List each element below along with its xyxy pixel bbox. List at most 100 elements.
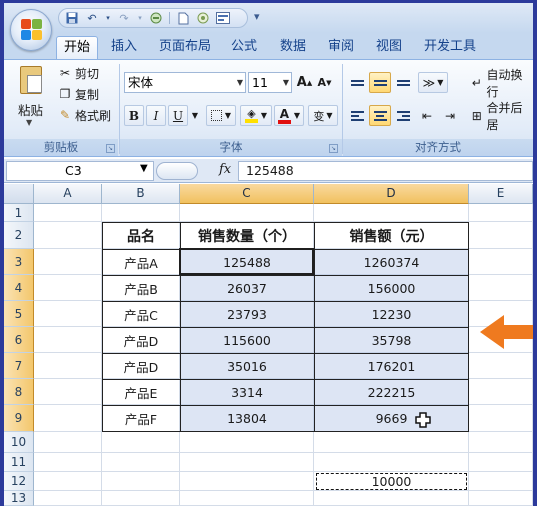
formula-bar-toggle[interactable] [156, 162, 198, 180]
undo-dropdown-icon[interactable]: ▾ [105, 11, 111, 25]
table-header-cell[interactable]: 品名 [102, 222, 180, 249]
save-icon[interactable] [65, 11, 79, 25]
table-header-cell[interactable]: 销售额（元） [314, 222, 469, 249]
column-header-a[interactable]: A [34, 184, 102, 204]
align-right-button[interactable] [392, 105, 414, 126]
sales-amount-cell[interactable]: 35798 [314, 327, 469, 353]
quantity-cell[interactable]: 23793 [180, 301, 314, 327]
underline-dropdown-icon[interactable]: ▼ [190, 105, 200, 126]
tab-data[interactable]: 数据 [274, 36, 312, 59]
table-border [102, 301, 469, 302]
align-center-button[interactable] [369, 105, 391, 126]
row-header-2[interactable]: 2 [4, 222, 34, 249]
phonetic-button[interactable]: 变 ▼ [308, 105, 338, 126]
paste-icon[interactable] [20, 66, 42, 94]
redo-icon[interactable]: ↷ [117, 11, 131, 25]
cut-button[interactable]: ✂ 剪切 [58, 64, 99, 82]
tab-developer[interactable]: 开发工具 [418, 36, 482, 59]
row-header-6[interactable]: 6 [4, 327, 34, 353]
increase-indent-button[interactable]: ⇥ [439, 105, 461, 126]
sales-amount-cell[interactable]: 176201 [314, 353, 469, 379]
align-left-button[interactable] [346, 105, 368, 126]
align-bottom-button[interactable] [392, 72, 414, 93]
align-middle-button[interactable] [369, 72, 391, 93]
borders-button[interactable]: ▼ [206, 105, 236, 126]
clipboard-launcher-icon[interactable]: ↘ [106, 144, 115, 153]
font-name-combo[interactable]: 宋体 ▼ [124, 72, 246, 93]
align-top-button[interactable] [346, 72, 368, 93]
product-name-cell[interactable]: 产品A [102, 249, 180, 275]
orientation-button[interactable]: ≫ ▼ [418, 72, 448, 93]
row-header-13[interactable]: 13 [4, 491, 34, 506]
decrease-indent-button[interactable]: ⇤ [416, 105, 438, 126]
tab-review[interactable]: 审阅 [322, 36, 360, 59]
grow-font-button[interactable]: A ▲ [296, 72, 313, 93]
tab-page-layout[interactable]: 页面布局 [154, 36, 216, 59]
formula-input[interactable]: 125488 [238, 161, 533, 181]
row-header-12[interactable]: 12 [4, 472, 34, 491]
tab-view[interactable]: 视图 [370, 36, 408, 59]
font-color-button[interactable]: A ▼ [274, 105, 304, 126]
column-header-e[interactable]: E [469, 184, 533, 204]
quantity-cell[interactable]: 35016 [180, 353, 314, 379]
underline-button[interactable]: U [168, 105, 188, 126]
copy-button[interactable]: ❐ 复制 [58, 85, 99, 103]
sales-amount-cell[interactable]: 1260374 [314, 249, 469, 275]
font-size-combo[interactable]: 11 ▼ [248, 72, 292, 93]
wrap-text-button[interactable]: ↵ 自动换行 [470, 68, 533, 99]
name-box[interactable]: C3 [6, 161, 154, 181]
column-header-b[interactable]: B [102, 184, 180, 204]
insert-function-icon[interactable]: fx [219, 162, 231, 177]
sales-amount-cell[interactable]: 156000 [314, 275, 469, 301]
product-name-cell[interactable]: 产品E [102, 379, 180, 405]
tab-formulas[interactable]: 公式 [226, 36, 262, 59]
paste-button[interactable]: 粘贴 [18, 100, 43, 119]
tab-home[interactable]: 开始 [56, 36, 98, 59]
italic-button[interactable]: I [146, 105, 166, 126]
quantity-cell[interactable]: 26037 [180, 275, 314, 301]
row-header-1[interactable]: 1 [4, 204, 34, 222]
name-box-dropdown-icon[interactable]: ▼ [140, 163, 148, 174]
row-header-5[interactable]: 5 [4, 301, 34, 327]
sort-icon[interactable] [216, 11, 230, 25]
copied-cell[interactable]: 10000 [314, 472, 469, 491]
quantity-cell[interactable]: 115600 [180, 327, 314, 353]
table-header-cell[interactable]: 销售数量（个） [180, 222, 314, 249]
bold-button[interactable]: B [124, 105, 144, 126]
row-header-10[interactable]: 10 [4, 432, 34, 453]
sales-amount-cell[interactable]: 222215 [314, 379, 469, 405]
new-doc-icon[interactable] [176, 11, 190, 25]
preview-icon[interactable] [196, 11, 210, 25]
format-painter-button[interactable]: ✎ 格式刷 [58, 106, 111, 124]
paste-dropdown-icon[interactable]: ▼ [26, 118, 32, 127]
sales-amount-cell[interactable]: 12230 [314, 301, 469, 327]
product-name-cell[interactable]: 产品B [102, 275, 180, 301]
row-header-9[interactable]: 9 [4, 405, 34, 432]
sales-amount-cell[interactable]: 9669 [314, 405, 469, 432]
customize-toolbar-icon[interactable]: ▾ [254, 10, 260, 23]
column-header-d[interactable]: D [314, 184, 469, 204]
redo-dropdown-icon[interactable]: ▾ [137, 11, 143, 25]
select-all-corner[interactable] [4, 184, 34, 204]
font-launcher-icon[interactable]: ↘ [329, 144, 338, 153]
product-name-cell[interactable]: 产品F [102, 405, 180, 432]
undo-icon[interactable]: ↶ [85, 11, 99, 25]
shrink-font-button[interactable]: A ▼ [316, 72, 333, 93]
fill-color-button[interactable]: ◈ ▼ [240, 105, 272, 126]
row-header-7[interactable]: 7 [4, 353, 34, 379]
quantity-cell[interactable]: 3314 [180, 379, 314, 405]
tab-insert[interactable]: 插入 [104, 36, 144, 59]
row-header-11[interactable]: 11 [4, 453, 34, 472]
quantity-cell[interactable]: 13804 [180, 405, 314, 432]
merge-center-button[interactable]: ⊞ 合并后居 [470, 101, 533, 132]
product-name-cell[interactable]: 产品D [102, 327, 180, 353]
row-header-8[interactable]: 8 [4, 379, 34, 405]
office-button[interactable] [10, 9, 52, 51]
circle-icon[interactable] [149, 11, 163, 25]
product-name-cell[interactable]: 产品C [102, 301, 180, 327]
product-name-cell[interactable]: 产品D [102, 353, 180, 379]
row-header-3[interactable]: 3 [4, 249, 34, 275]
row-header-4[interactable]: 4 [4, 275, 34, 301]
column-header-c[interactable]: C [180, 184, 314, 204]
worksheet-grid[interactable]: A B C D E 1 2 3 4 5 6 7 8 9 10 11 12 13 品名 销售数量（个） 销售额（元） 产品A… [4, 184, 533, 506]
